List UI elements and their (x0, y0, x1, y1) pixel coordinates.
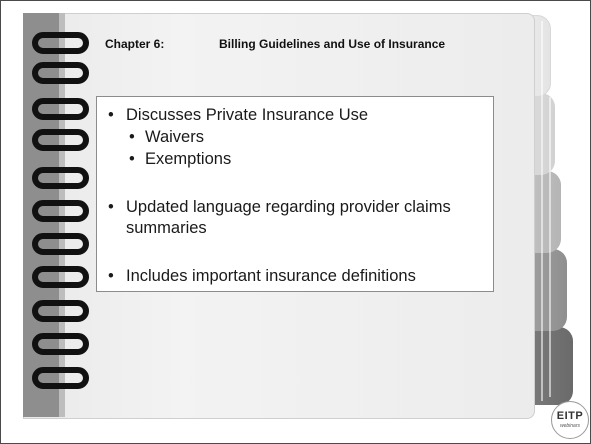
bullet-item: • Discusses Private Insurance Use (108, 105, 369, 125)
page-edge-line (541, 21, 543, 401)
bullet-text: Discusses Private Insurance Use (126, 106, 369, 124)
logo-text: EITP (556, 410, 584, 422)
bullet-text: summaries (126, 219, 207, 237)
page-edge-line (549, 97, 551, 397)
spiral-ring-icon (23, 97, 95, 121)
bullet-text: Waivers (145, 128, 204, 146)
spiral-ring-icon (23, 232, 95, 256)
spiral-ring-icon (23, 61, 95, 85)
spiral-ring-icon (23, 366, 95, 390)
content-box: • Discusses Private Insurance Use • Waiv… (96, 96, 494, 292)
logo-subtext: webinars (559, 423, 580, 429)
spiral-ring-icon (23, 299, 95, 323)
sub-bullet-item: • Exemptions (129, 149, 232, 169)
spiral-ring-icon (23, 128, 95, 152)
sub-bullet-item: • Waivers (129, 127, 204, 147)
bullet-icon: • (129, 128, 135, 146)
bullet-icon: • (108, 106, 114, 124)
bullet-text: Exemptions (145, 150, 232, 168)
bullet-icon: • (129, 150, 135, 168)
spiral-ring-icon (23, 199, 95, 223)
bullet-text: Includes important insurance definitions (126, 267, 416, 285)
bullet-item: • Updated language regarding provider cl… (108, 197, 451, 217)
slide: Chapter 6: Billing Guidelines and Use of… (0, 0, 591, 444)
chapter-label: Chapter 6: (105, 37, 165, 51)
spiral-ring-icon (23, 31, 95, 55)
eitp-logo: EITP webinars (551, 401, 589, 439)
spiral-ring-icon (23, 166, 95, 190)
chapter-title: Billing Guidelines and Use of Insurance (219, 37, 446, 51)
spiral-ring-icon (23, 265, 95, 289)
bullet-text: Updated language regarding provider clai… (126, 198, 451, 216)
spiral-ring-icon (23, 332, 95, 356)
bullet-continuation: summaries (126, 218, 207, 238)
bullet-icon: • (108, 267, 114, 285)
bullet-item: • Includes important insurance definitio… (108, 266, 416, 286)
bullet-icon: • (108, 198, 114, 216)
